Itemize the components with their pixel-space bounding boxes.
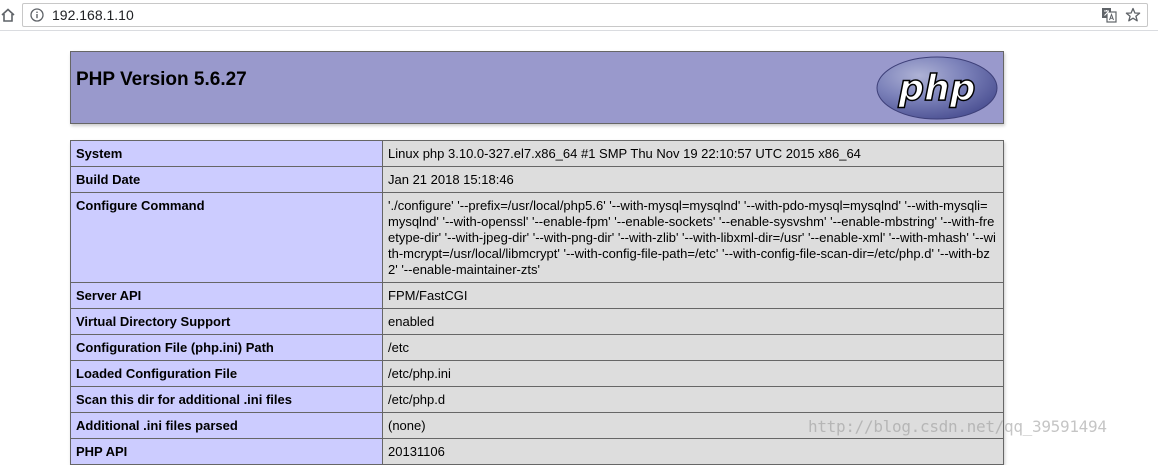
table-row: Configure Command './configure' '--prefi… <box>70 192 1004 283</box>
row-value: Jan 21 2018 15:18:46 <box>382 166 1004 193</box>
row-label: Loaded Configuration File <box>70 360 383 387</box>
row-label: Scan this dir for additional .ini files <box>70 386 383 413</box>
phpinfo-header: PHP Version 5.6.27 php <box>70 51 1004 124</box>
translate-icon[interactable] <box>1101 7 1117 23</box>
row-label: Configure Command <box>70 192 383 283</box>
browser-toolbar: 192.168.1.10 <box>0 0 1158 31</box>
table-row: Virtual Directory Support enabled <box>70 308 1004 335</box>
home-icon[interactable] <box>0 7 16 23</box>
table-row: PHP API 20131106 <box>70 438 1004 465</box>
row-value: /etc/php.ini <box>382 360 1004 387</box>
table-row: Server API FPM/FastCGI <box>70 282 1004 309</box>
row-label: Server API <box>70 282 383 309</box>
row-value: 20131106 <box>382 438 1004 465</box>
watermark: http://blog.csdn.net/qq_39591494 <box>808 417 1107 436</box>
row-value: /etc/php.d <box>382 386 1004 413</box>
table-row: Loaded Configuration File /etc/php.ini <box>70 360 1004 387</box>
address-bar[interactable]: 192.168.1.10 <box>22 3 1148 27</box>
svg-text:php: php <box>897 68 975 109</box>
star-icon[interactable] <box>1125 7 1141 23</box>
table-row: Configuration File (php.ini) Path /etc <box>70 334 1004 361</box>
row-label: Virtual Directory Support <box>70 308 383 335</box>
row-label: PHP API <box>70 438 383 465</box>
row-value: /etc <box>382 334 1004 361</box>
info-icon[interactable] <box>30 8 44 22</box>
row-value: './configure' '--prefix=/usr/local/php5.… <box>382 192 1004 283</box>
page-title: PHP Version 5.6.27 <box>76 69 247 90</box>
table-row: Scan this dir for additional .ini files … <box>70 386 1004 413</box>
table-row: System Linux php 3.10.0-327.el7.x86_64 #… <box>70 140 1004 167</box>
row-label: Configuration File (php.ini) Path <box>70 334 383 361</box>
row-value: FPM/FastCGI <box>382 282 1004 309</box>
row-label: Additional .ini files parsed <box>70 412 383 439</box>
row-value: Linux php 3.10.0-327.el7.x86_64 #1 SMP T… <box>382 140 1004 167</box>
row-label: Build Date <box>70 166 383 193</box>
php-logo: php <box>875 55 999 121</box>
phpinfo-container: PHP Version 5.6.27 php <box>70 51 1004 124</box>
url-text[interactable]: 192.168.1.10 <box>52 7 134 23</box>
row-label: System <box>70 140 383 167</box>
row-value: enabled <box>382 308 1004 335</box>
table-row: Build Date Jan 21 2018 15:18:46 <box>70 166 1004 193</box>
